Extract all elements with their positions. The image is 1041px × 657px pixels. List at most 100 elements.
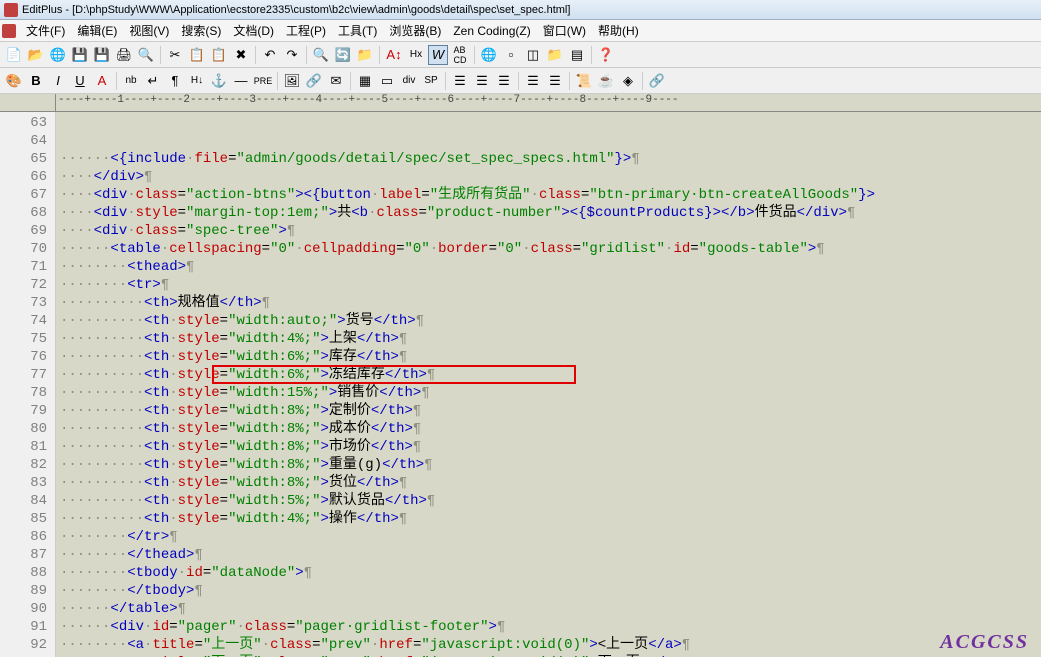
undo-icon[interactable]: ↶ [260, 45, 280, 65]
menu-tools[interactable]: 工具(T) [332, 20, 383, 41]
list-ol-icon[interactable]: ☰ [545, 71, 565, 91]
code-line[interactable]: ··········<th·style="width:8%;">定制价</th>… [60, 402, 1041, 420]
code-line[interactable]: ········<a·title="上一页"·class="prev"·href… [60, 636, 1041, 654]
align-right-icon[interactable]: ☰ [494, 71, 514, 91]
color-icon[interactable]: 🎨 [4, 71, 24, 91]
code-line[interactable]: ··········<th·style="width:8%;">成本价</th>… [60, 420, 1041, 438]
code-line[interactable]: ··········<th·style="width:4%;">上架</th>¶ [60, 330, 1041, 348]
script-icon[interactable]: 📜 [574, 71, 594, 91]
question-icon[interactable]: ❓ [596, 45, 616, 65]
pre-icon[interactable]: PRE [253, 71, 273, 91]
open-icon[interactable]: 📂 [26, 45, 46, 65]
find-files-icon[interactable]: 📁 [355, 45, 375, 65]
object-icon[interactable]: ◈ [618, 71, 638, 91]
menu-document[interactable]: 文档(D) [227, 20, 280, 41]
table-icon[interactable]: ▦ [355, 71, 375, 91]
span-icon[interactable]: SP [421, 71, 441, 91]
save-all-icon[interactable]: 💾 [92, 45, 112, 65]
code-line[interactable]: ··········<th·style="width:auto;">货号</th… [60, 312, 1041, 330]
code-area[interactable]: ······<{include·file="admin/goods/detail… [56, 112, 1041, 657]
refresh-icon[interactable]: 🔗 [647, 71, 667, 91]
nbsp-icon[interactable]: nb [121, 71, 141, 91]
menu-view[interactable]: 视图(V) [123, 20, 175, 41]
code-line[interactable]: ··········<th·style="width:4%;">操作</th>¶ [60, 510, 1041, 528]
line-number: 78 [0, 384, 47, 402]
div-icon[interactable]: div [399, 71, 419, 91]
align-left-icon[interactable]: ☰ [450, 71, 470, 91]
find-icon[interactable]: 🔍 [311, 45, 331, 65]
image-icon[interactable]: 🖼 [282, 71, 302, 91]
underline-icon[interactable]: U [70, 71, 90, 91]
align-center-icon[interactable]: ☰ [472, 71, 492, 91]
line-number: 70 [0, 240, 47, 258]
form-icon[interactable]: ▭ [377, 71, 397, 91]
hex-icon[interactable]: Hx [406, 45, 426, 65]
code-line[interactable]: ········</tr>¶ [60, 528, 1041, 546]
open-remote-icon[interactable]: 🌐 [48, 45, 68, 65]
menu-project[interactable]: 工程(P) [280, 20, 332, 41]
preview-icon[interactable]: 🔍 [136, 45, 156, 65]
menu-file[interactable]: 文件(F) [20, 20, 71, 41]
directory-icon[interactable]: 📁 [545, 45, 565, 65]
browser-icon[interactable]: 🌐 [479, 45, 499, 65]
replace-icon[interactable]: 🔄 [333, 45, 353, 65]
list-ul-icon[interactable]: ☰ [523, 71, 543, 91]
code-line[interactable]: ········<tbody·id="dataNode">¶ [60, 564, 1041, 582]
code-line[interactable]: ··········<th·style="width:8%;">重量(g)</t… [60, 456, 1041, 474]
code-line[interactable]: ··········<th·style="width:5%;">默认货品</th… [60, 492, 1041, 510]
new-file-icon[interactable]: 📄 [4, 45, 24, 65]
code-line[interactable]: ····<div·class="spec-tree">¶ [60, 222, 1041, 240]
copy-icon[interactable]: 📋 [187, 45, 207, 65]
code-line[interactable]: ··········<th·style="width:6%;">库存</th>¶ [60, 348, 1041, 366]
font-icon[interactable]: A [92, 71, 112, 91]
output-icon[interactable]: ▤ [567, 45, 587, 65]
save-icon[interactable]: 💾 [70, 45, 90, 65]
window-icon[interactable]: ▫ [501, 45, 521, 65]
code-line[interactable]: ··········<th·style="width:8%;">货位</th>¶ [60, 474, 1041, 492]
code-line[interactable]: ······<table·cellspacing="0"·cellpadding… [60, 240, 1041, 258]
print-icon[interactable]: 🖨 [114, 45, 134, 65]
spell-icon[interactable]: ABCD [450, 45, 470, 65]
delete-icon[interactable]: ✖ [231, 45, 251, 65]
line-number: 67 [0, 186, 47, 204]
anchor-icon[interactable]: ⚓ [209, 71, 229, 91]
menu-window[interactable]: 窗口(W) [537, 20, 592, 41]
cut-icon[interactable]: ✂ [165, 45, 185, 65]
hr-icon[interactable]: — [231, 71, 251, 91]
menu-zencoding[interactable]: Zen Coding(Z) [447, 22, 536, 40]
code-line[interactable]: ······</table>¶ [60, 600, 1041, 618]
code-line[interactable]: ····<div·class="action-btns"><{button·la… [60, 186, 1041, 204]
para-icon[interactable]: ¶ [165, 71, 185, 91]
code-line[interactable]: ··········<th·style="width:8%;">市场价</th>… [60, 438, 1041, 456]
heading-icon[interactable]: H↓ [187, 71, 207, 91]
menu-help[interactable]: 帮助(H) [592, 20, 645, 41]
break-icon[interactable]: ↵ [143, 71, 163, 91]
mail-icon[interactable]: ✉ [326, 71, 346, 91]
code-line[interactable]: ········<tr>¶ [60, 276, 1041, 294]
redo-icon[interactable]: ↷ [282, 45, 302, 65]
code-line[interactable]: ········</thead>¶ [60, 546, 1041, 564]
applet-icon[interactable]: ☕ [596, 71, 616, 91]
code-line[interactable]: ··········<th·style="width:6%;">冻结库存</th… [60, 366, 1041, 384]
code-line[interactable]: ······<{include·file="admin/goods/detail… [60, 150, 1041, 168]
paste-icon[interactable]: 📋 [209, 45, 229, 65]
code-line[interactable]: ········</tbody>¶ [60, 582, 1041, 600]
code-line[interactable]: ········<thead>¶ [60, 258, 1041, 276]
code-line[interactable]: ··········<th>规格值</th>¶ [60, 294, 1041, 312]
format-icon[interactable]: A↕ [384, 45, 404, 65]
code-line[interactable]: ··········<th·style="width:15%;">销售价</th… [60, 384, 1041, 402]
italic-icon[interactable]: I [48, 71, 68, 91]
menu-edit[interactable]: 编辑(E) [71, 20, 123, 41]
bold-icon[interactable]: B [26, 71, 46, 91]
link-icon[interactable]: 🔗 [304, 71, 324, 91]
code-line[interactable]: ····</div>¶ [60, 168, 1041, 186]
editor: 63 64 65 66 67 68 69 70 71 72 73 74 75 7… [0, 112, 1041, 657]
wordwrap-icon[interactable]: W [428, 45, 448, 65]
separator [474, 46, 475, 64]
code-line[interactable]: ······<div·id="pager"·class="pager·gridl… [60, 618, 1041, 636]
menu-browser[interactable]: 浏览器(B) [383, 20, 447, 41]
menu-search[interactable]: 搜索(S) [175, 20, 227, 41]
separator [591, 46, 592, 64]
code-line[interactable]: ····<div·style="margin-top:1em;">共<b·cla… [60, 204, 1041, 222]
split-icon[interactable]: ◫ [523, 45, 543, 65]
